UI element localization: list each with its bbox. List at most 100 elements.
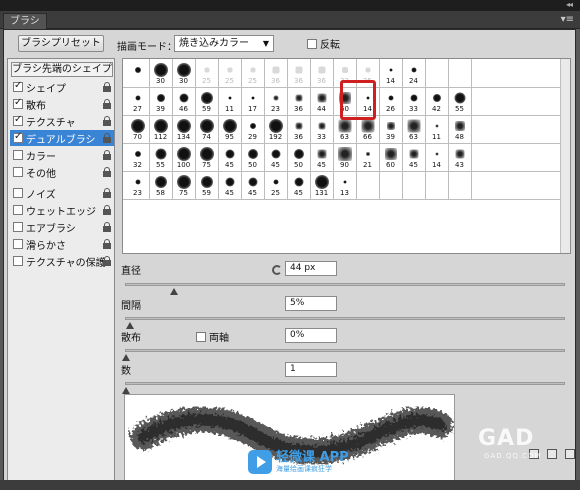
brush-tip-cell[interactable]: 95 — [218, 116, 241, 144]
brush-tip-cell[interactable]: 14 — [425, 144, 448, 172]
option-checkbox[interactable] — [13, 167, 23, 177]
brush-tip-cell[interactable]: 23 — [126, 172, 149, 200]
brush-tip-cell[interactable]: 25 — [218, 60, 241, 88]
brush-tip-cell[interactable]: 45 — [218, 144, 241, 172]
reset-size-icon[interactable] — [272, 265, 282, 275]
option-checkbox[interactable] — [13, 256, 23, 266]
brush-tip-cell[interactable]: 55 — [149, 144, 172, 172]
option-checkbox[interactable] — [13, 97, 23, 109]
brush-tip-cell[interactable]: 45 — [264, 144, 287, 172]
brush-tip-cell[interactable]: 33 — [402, 88, 425, 116]
brush-tip-cell[interactable]: 55 — [448, 88, 471, 116]
brush-tip-cell[interactable]: 17 — [241, 88, 264, 116]
brush-tip-cell[interactable]: 36 — [264, 60, 287, 88]
brush-tip-cell[interactable]: 90 — [333, 144, 356, 172]
option-item[interactable]: 滑らかさ — [10, 236, 114, 252]
collapse-icon[interactable]: ◂◂ — [566, 0, 573, 10]
tab-brush[interactable]: ブラシ — [3, 13, 47, 29]
option-item[interactable]: テクスチャ — [10, 113, 114, 129]
lock-icon[interactable] — [103, 82, 111, 95]
flip-option[interactable]: 反転 — [307, 36, 340, 51]
diameter-slider[interactable] — [125, 283, 565, 295]
option-checkbox[interactable] — [13, 188, 23, 198]
brush-tip-cell[interactable]: 33 — [310, 116, 333, 144]
count-slider-handle[interactable] — [122, 387, 130, 394]
diameter-field[interactable]: 44 px — [285, 261, 337, 276]
brush-tip-cell[interactable]: 112 — [149, 116, 172, 144]
brush-tip-cell[interactable]: 44 — [310, 88, 333, 116]
brush-tip-cell[interactable]: 32 — [126, 144, 149, 172]
lock-icon[interactable] — [103, 133, 111, 146]
option-checkbox[interactable] — [13, 205, 23, 215]
brush-tip-cell[interactable]: 36 — [287, 60, 310, 88]
brush-tip-cell[interactable]: 43 — [448, 144, 471, 172]
brush-tip-cell[interactable]: 63 — [402, 116, 425, 144]
option-item[interactable]: デュアルブラシ — [10, 130, 114, 146]
brush-tip-cell[interactable]: 131 — [310, 172, 333, 200]
brush-tip-cell[interactable]: 50 — [241, 144, 264, 172]
option-checkbox[interactable] — [13, 222, 23, 232]
lock-icon[interactable] — [103, 222, 111, 235]
flip-checkbox[interactable] — [307, 38, 317, 49]
new-brush-icon[interactable] — [547, 449, 557, 459]
mode-select[interactable]: 焼き込みカラー ▼ — [174, 35, 274, 52]
spacing-slider[interactable] — [125, 317, 565, 329]
option-item[interactable]: ノイズ — [10, 185, 114, 201]
brush-tip-cell[interactable]: 192 — [264, 116, 287, 144]
lock-icon[interactable] — [103, 116, 111, 129]
spacing-slider-handle[interactable] — [126, 322, 134, 329]
lock-icon[interactable] — [103, 188, 111, 201]
brush-tip-cell[interactable]: 36 — [310, 60, 333, 88]
brush-tip-cell[interactable] — [126, 60, 149, 88]
brush-tip-cell[interactable]: 25 — [241, 60, 264, 88]
brush-tip-cell[interactable]: 27 — [126, 88, 149, 116]
lock-icon[interactable] — [103, 205, 111, 218]
brush-tip-cell[interactable]: 100 — [172, 144, 195, 172]
brush-tip-cell[interactable]: 48 — [448, 116, 471, 144]
scatter-slider-handle[interactable] — [122, 354, 130, 361]
option-checkbox[interactable] — [13, 114, 23, 126]
grid-scrollbar[interactable] — [560, 59, 570, 253]
brush-tip-cell[interactable]: 42 — [425, 88, 448, 116]
brush-preset-button[interactable]: ブラシプリセット — [18, 35, 104, 52]
option-checkbox[interactable] — [13, 131, 23, 143]
brush-tip-cell[interactable]: 11 — [425, 116, 448, 144]
brush-tip-cell[interactable]: 60 — [379, 144, 402, 172]
lock-icon[interactable] — [103, 150, 111, 163]
both-axes-checkbox[interactable] — [196, 331, 206, 342]
brush-tip-cell[interactable]: 45 — [310, 144, 333, 172]
lock-icon[interactable] — [103, 99, 111, 112]
both-axes-option[interactable]: 両軸 — [196, 329, 229, 344]
brush-tip-cell[interactable]: 59 — [195, 88, 218, 116]
brush-tip-cell[interactable]: 24 — [402, 60, 425, 88]
brush-tip-cell[interactable]: 50 — [287, 144, 310, 172]
brush-tip-cell[interactable]: 45 — [218, 172, 241, 200]
diameter-slider-handle[interactable] — [170, 288, 178, 295]
brush-tip-cell[interactable]: 134 — [172, 116, 195, 144]
brush-tip-cell[interactable]: 25 — [195, 60, 218, 88]
brush-tip-cell[interactable]: 75 — [195, 144, 218, 172]
brush-tip-cell[interactable]: 66 — [356, 116, 379, 144]
brush-tip-cell[interactable]: 26 — [379, 88, 402, 116]
option-item[interactable]: 散布 — [10, 96, 114, 112]
brush-tip-cell[interactable]: 45 — [287, 172, 310, 200]
spacing-field[interactable]: 5% — [285, 296, 337, 311]
brush-tip-cell[interactable]: 70 — [126, 116, 149, 144]
lock-icon[interactable] — [103, 239, 111, 252]
option-item[interactable]: テクスチャの保護 — [10, 253, 114, 269]
brush-tip-cell[interactable]: 14 — [379, 60, 402, 88]
brush-tip-shape-header[interactable]: ブラシ先端のシェイプ — [11, 62, 113, 77]
scatter-field[interactable]: 0% — [285, 328, 337, 343]
brush-tip-cell[interactable]: 45 — [241, 172, 264, 200]
brush-tip-cell[interactable]: 23 — [264, 88, 287, 116]
brush-tip-cell[interactable]: 75 — [172, 172, 195, 200]
option-item[interactable]: その他 — [10, 164, 114, 180]
brush-tip-cell[interactable]: 46 — [172, 88, 195, 116]
brush-tip-cell[interactable]: 45 — [402, 144, 425, 172]
option-item[interactable]: シェイプ — [10, 79, 114, 95]
brush-tip-cell[interactable]: 25 — [264, 172, 287, 200]
panel-menu-icon[interactable]: ▾≡ — [561, 15, 574, 25]
brush-tip-cell[interactable]: 13 — [333, 172, 356, 200]
option-checkbox[interactable] — [13, 80, 23, 92]
brush-tip-cell[interactable]: 29 — [241, 116, 264, 144]
